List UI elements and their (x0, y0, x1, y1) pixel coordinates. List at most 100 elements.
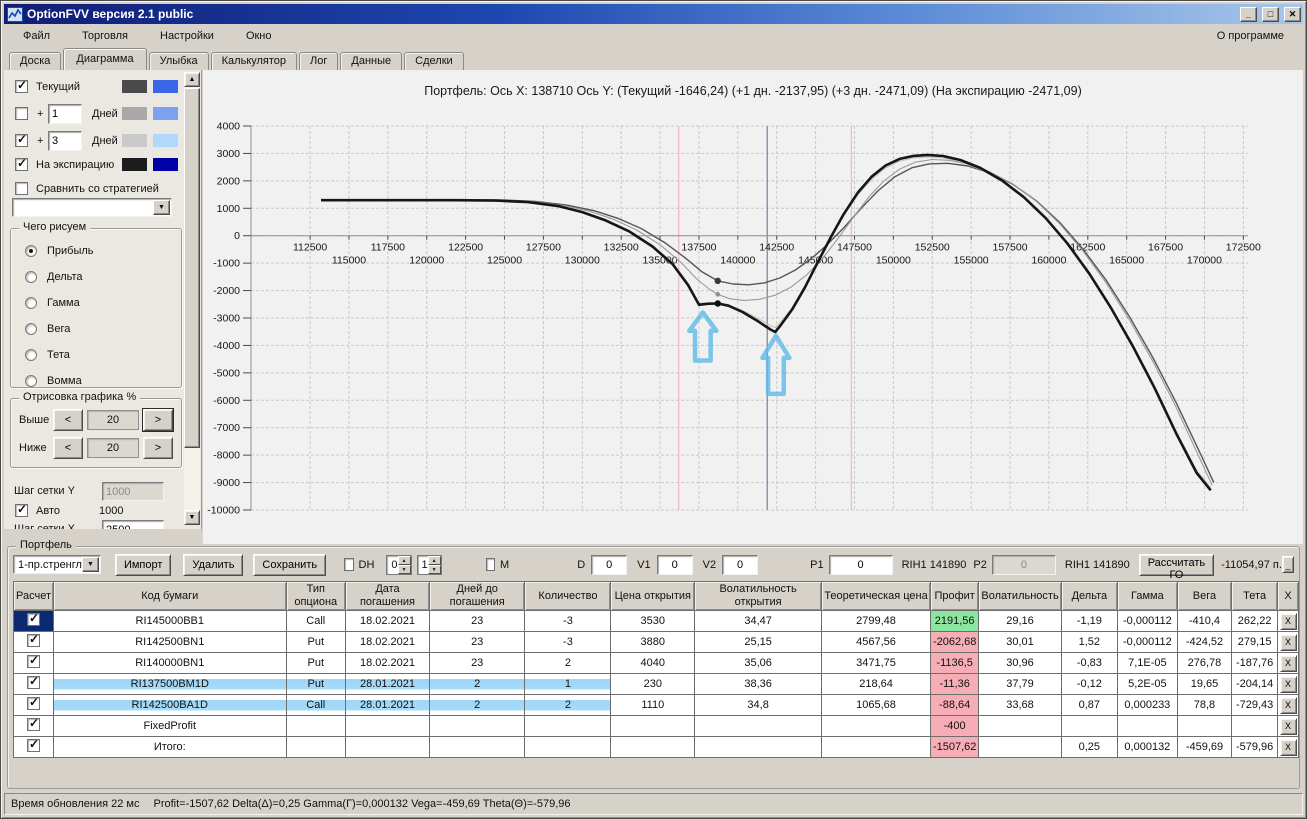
draw-option-4[interactable]: Тета (25, 349, 181, 361)
chevron-down-icon[interactable]: ▼ (81, 557, 99, 572)
radio-icon[interactable] (25, 375, 37, 387)
radio-icon[interactable] (25, 271, 37, 283)
delete-button[interactable]: Удалить (183, 553, 244, 576)
portfolio-select[interactable]: 1-пр.стренгл ▼ (13, 555, 101, 574)
scrollbar-thumb[interactable] (184, 88, 200, 448)
table-row[interactable]: RI142500BN1Put18.02.202123-3388025,15456… (13, 631, 1299, 654)
calc-cell[interactable] (13, 736, 54, 759)
spin-down-icon[interactable]: ▼ (397, 564, 411, 574)
column-header-10[interactable]: Волатильность (978, 580, 1062, 612)
tab-1[interactable]: Диаграмма (63, 48, 147, 70)
column-header-14[interactable]: Тета (1231, 580, 1279, 612)
v1-input[interactable] (656, 554, 693, 575)
scroll-up-icon[interactable]: ▲ (184, 72, 200, 87)
table-row[interactable]: RI137500BM1DPut28.01.20212123038,36218,6… (13, 673, 1299, 696)
row-calc-checkbox[interactable] (27, 738, 40, 753)
d-input[interactable] (591, 554, 628, 575)
radio-icon[interactable] (25, 297, 37, 309)
below-decrease-button[interactable]: < (53, 437, 83, 459)
menu-item-2[interactable]: Настройки (151, 27, 223, 45)
scroll-down-icon[interactable]: ▼ (184, 510, 200, 525)
column-header-11[interactable]: Дельта (1060, 580, 1119, 612)
column-header-6[interactable]: Цена открытия (610, 580, 696, 612)
row-delete-button[interactable]: X (1279, 633, 1297, 651)
tab-6[interactable]: Сделки (404, 52, 464, 70)
draw-option-2[interactable]: Гамма (25, 297, 181, 309)
row-calc-checkbox[interactable] (27, 675, 40, 690)
column-header-7[interactable]: Волатильность открытия (694, 580, 823, 612)
days1-input[interactable] (48, 104, 82, 124)
column-header-4[interactable]: Дней до погашения (428, 580, 526, 612)
above-decrease-button[interactable]: < (53, 409, 83, 431)
menu-item-0[interactable]: Файл (14, 27, 59, 45)
row-calc-checkbox[interactable] (27, 654, 40, 669)
collapse-button[interactable]: _ (1281, 556, 1294, 573)
calc-cell[interactable] (13, 673, 54, 696)
tab-3[interactable]: Калькулятор (210, 52, 298, 70)
dh-checkbox[interactable] (344, 558, 354, 571)
tab-0[interactable]: Доска (9, 52, 62, 70)
table-row[interactable]: RI142500BA1DCall28.01.202122111034,81065… (13, 694, 1299, 717)
save-button[interactable]: Сохранить (253, 553, 327, 576)
import-button[interactable]: Импорт (114, 553, 172, 576)
row-delete-button[interactable]: X (1279, 696, 1297, 714)
row-calc-checkbox[interactable] (27, 612, 40, 627)
close-button[interactable]: ✕ (1284, 6, 1301, 22)
spin-up-icon[interactable]: ▲ (427, 555, 441, 565)
layer-plus1-checkbox[interactable] (15, 107, 28, 120)
column-header-9[interactable]: Профит (929, 580, 980, 612)
layer-plus3-checkbox[interactable] (15, 132, 28, 147)
grid-auto-checkbox[interactable] (15, 502, 28, 517)
dh-spinner-2[interactable]: 1 ▲ ▼ (416, 554, 442, 575)
row-delete-button[interactable]: X (1279, 738, 1297, 756)
m-checkbox[interactable] (485, 558, 496, 571)
column-header-0[interactable]: Расчет (13, 580, 54, 612)
table-row[interactable]: RI140000BN1Put18.02.2021232404035,063471… (13, 652, 1299, 675)
column-header-13[interactable]: Вега (1176, 580, 1233, 612)
table-row[interactable]: RI145000BB1Call18.02.202123-3353034,4727… (13, 610, 1299, 633)
column-header-15[interactable]: X (1277, 580, 1299, 612)
layer-current-checkbox[interactable] (15, 78, 28, 93)
row-calc-checkbox[interactable] (27, 717, 40, 732)
profit-chart[interactable]: 4000 3000 2000 1000 0 -1000 -2000 -3000 -4000 -50… (203, 102, 1307, 542)
draw-option-1[interactable]: Дельта (25, 271, 181, 283)
column-header-8[interactable]: Теоретическая цена (821, 580, 931, 612)
draw-option-3[interactable]: Вега (25, 323, 181, 335)
spin-up-icon[interactable]: ▲ (397, 555, 411, 565)
v2-input[interactable] (722, 554, 759, 575)
chevron-down-icon[interactable]: ▼ (153, 200, 170, 215)
radio-icon[interactable] (25, 323, 37, 335)
grid-step-x-input[interactable] (102, 520, 164, 529)
menu-about[interactable]: О программе (1208, 27, 1293, 45)
below-increase-button[interactable]: > (143, 437, 173, 459)
sidebar-scrollbar[interactable]: ▲ ▼ (184, 72, 200, 525)
tab-5[interactable]: Данные (340, 52, 403, 70)
calc-cell[interactable] (13, 694, 54, 717)
row-delete-button[interactable]: X (1279, 612, 1297, 630)
column-header-3[interactable]: Дата погашения (345, 580, 430, 612)
row-delete-button[interactable]: X (1279, 654, 1297, 672)
calc-margin-button[interactable]: Рассчитать ГО (1138, 553, 1215, 581)
compare-strategy-checkbox[interactable] (15, 182, 28, 195)
menu-item-3[interactable]: Окно (237, 27, 281, 45)
p1-input[interactable] (828, 554, 893, 575)
column-header-5[interactable]: Количество (524, 580, 612, 612)
dh-spinner-1[interactable]: 0 ▲ ▼ (386, 554, 412, 575)
column-header-2[interactable]: Тип опциона (285, 580, 347, 612)
tab-4[interactable]: Лог (299, 52, 339, 70)
table-row[interactable]: Итого: -1507,62 0,250,000132-459,69-579,96… (13, 736, 1299, 759)
row-calc-checkbox[interactable] (27, 696, 40, 711)
maximize-button[interactable]: □ (1261, 6, 1279, 22)
menu-item-1[interactable]: Торговля (73, 27, 137, 45)
calc-cell[interactable] (13, 631, 54, 654)
radio-icon[interactable] (25, 245, 37, 257)
table-row[interactable]: FixedProfit -400 X (13, 715, 1299, 738)
strategy-select[interactable]: ▼ (12, 198, 172, 217)
spin-down-icon[interactable]: ▼ (427, 564, 441, 574)
radio-icon[interactable] (25, 349, 37, 361)
above-increase-button[interactable]: > (142, 408, 174, 432)
tab-2[interactable]: Улыбка (148, 52, 209, 70)
row-delete-button[interactable]: X (1279, 717, 1297, 735)
row-delete-button[interactable]: X (1279, 675, 1297, 693)
row-calc-checkbox[interactable] (27, 633, 40, 648)
